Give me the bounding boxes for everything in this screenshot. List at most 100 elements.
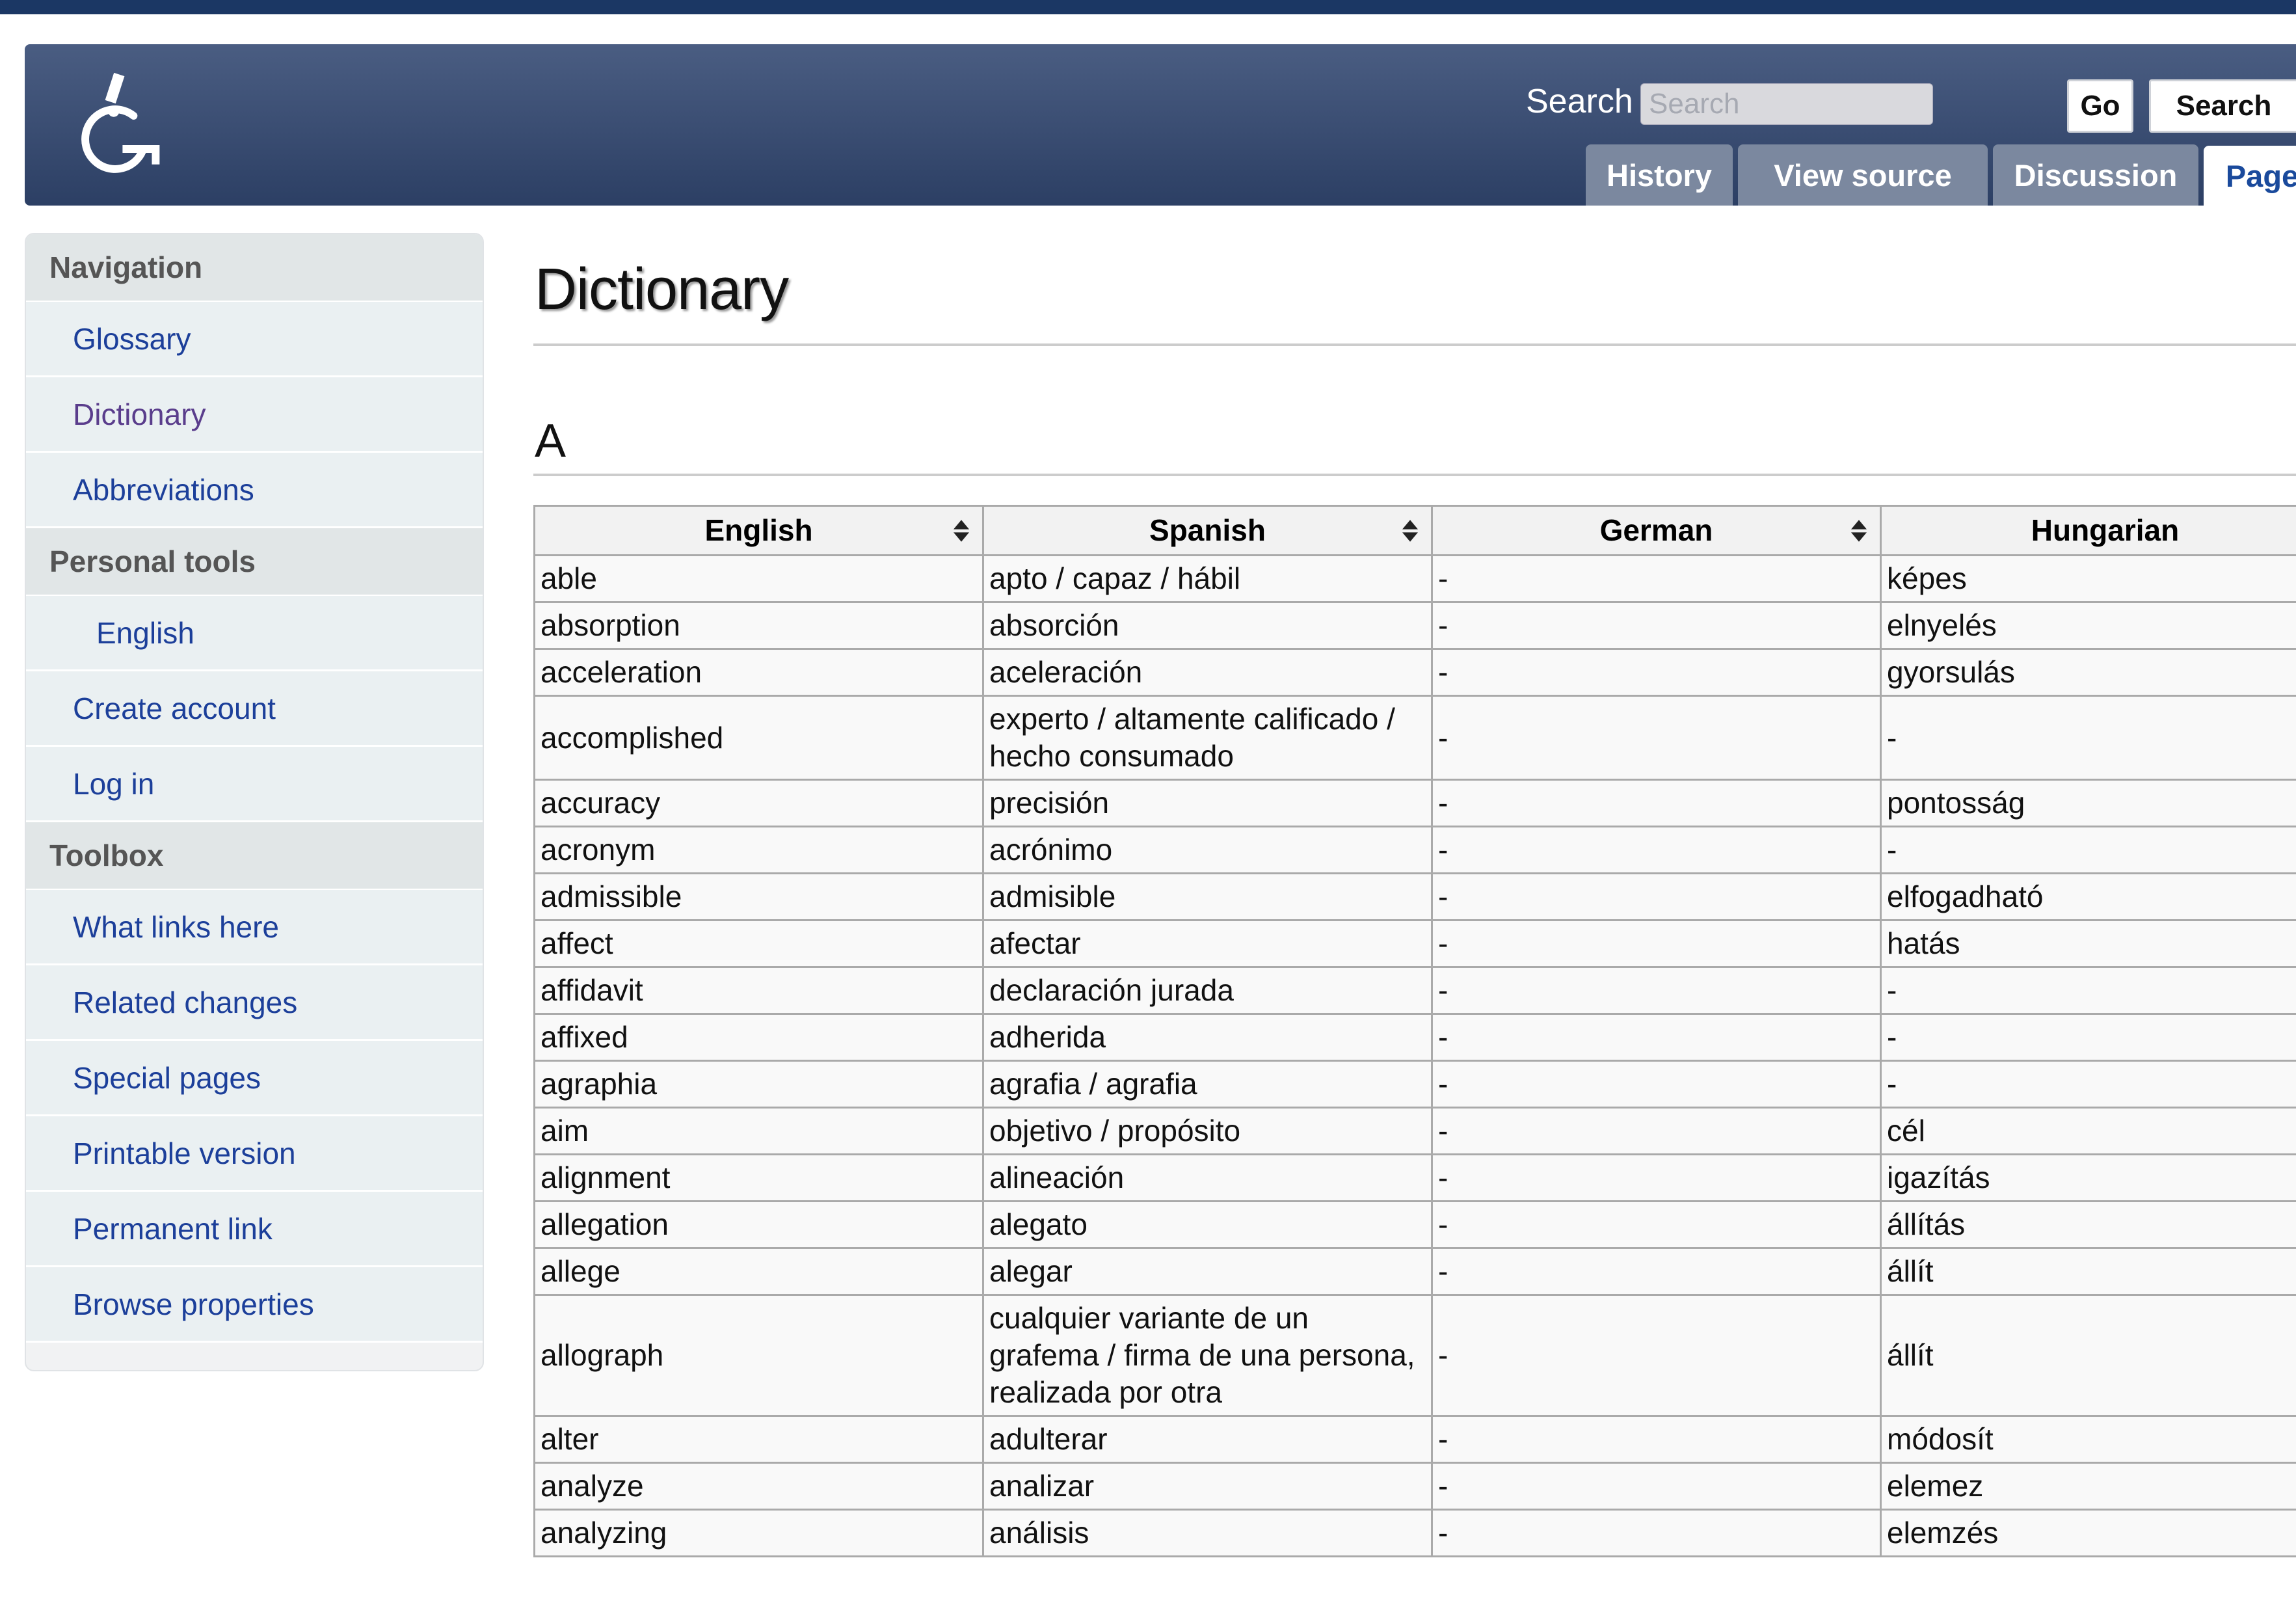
toolbox-heading: Toolbox xyxy=(26,822,483,890)
table-cell: elemzés xyxy=(1880,1509,2296,1557)
tab-discussion[interactable]: Discussion xyxy=(1993,144,2198,206)
table-cell: alegato xyxy=(982,1200,1433,1249)
section-heading: A xyxy=(535,415,567,467)
table-cell: afectar xyxy=(982,919,1433,968)
table-cell: apto / capaz / hábil xyxy=(982,554,1433,603)
table-cell: elemez xyxy=(1880,1462,2296,1511)
go-button[interactable]: Go xyxy=(2067,79,2133,133)
table-cell: - xyxy=(1431,1294,1882,1417)
table-cell: allegation xyxy=(533,1200,984,1249)
table-cell: absorption xyxy=(533,601,984,650)
dictionary-table-container: English Spanish German Hungarian able apt… xyxy=(533,505,2296,1599)
tab-view-source[interactable]: View source xyxy=(1738,144,1988,206)
table-cell: affixed xyxy=(533,1013,984,1062)
search-label: Search xyxy=(1526,83,1633,120)
sort-icon[interactable] xyxy=(954,519,969,542)
table-row: affidavit declaración jurada - - xyxy=(533,966,2296,1015)
sidebar-item-abbreviations[interactable]: Abbreviations xyxy=(26,453,483,528)
table-cell: allograph xyxy=(533,1294,984,1417)
table-cell: affidavit xyxy=(533,966,984,1015)
table-cell: - xyxy=(1431,872,1882,921)
sort-icon[interactable] xyxy=(1402,519,1418,542)
table-cell: analyzing xyxy=(533,1509,984,1557)
sidebar-item-special-pages[interactable]: Special pages xyxy=(26,1041,483,1116)
table-cell: állítás xyxy=(1880,1200,2296,1249)
table-cell: precisión xyxy=(982,779,1433,827)
sidebar-item-related-changes[interactable]: Related changes xyxy=(26,965,483,1041)
table-cell: - xyxy=(1431,554,1882,603)
table-cell: - xyxy=(1431,1415,1882,1464)
table-cell: hatás xyxy=(1880,919,2296,968)
column-header-english[interactable]: English xyxy=(533,505,984,556)
table-row: analyzing análisis - elemzés xyxy=(533,1509,2296,1557)
table-cell: affect xyxy=(533,919,984,968)
sidebar-item-create-account[interactable]: Create account xyxy=(26,671,483,747)
table-cell: - xyxy=(1431,1200,1882,1249)
table-cell: - xyxy=(1431,779,1882,827)
microscope-g-logo-icon[interactable] xyxy=(65,72,176,182)
table-cell: declaración jurada xyxy=(982,966,1433,1015)
sort-icon[interactable] xyxy=(1851,519,1867,542)
dictionary-table-body: able apto / capaz / hábil - képes absorption… xyxy=(533,554,2296,1557)
column-header-spanish[interactable]: Spanish xyxy=(982,505,1433,556)
table-cell: admissible xyxy=(533,872,984,921)
table-row: able apto / capaz / hábil - képes xyxy=(533,554,2296,603)
table-row: alignment alineación - igazítás xyxy=(533,1153,2296,1202)
table-cell: - xyxy=(1880,966,2296,1015)
table-cell: állít xyxy=(1880,1247,2296,1296)
sidebar-item-permanent-link[interactable]: Permanent link xyxy=(26,1192,483,1267)
table-cell: - xyxy=(1431,1013,1882,1062)
table-row: absorption absorción - elnyelés xyxy=(533,601,2296,650)
table-row: accuracy precisión - pontosság xyxy=(533,779,2296,827)
table-cell: accomplished xyxy=(533,695,984,781)
table-cell: cualquier variante de un grafema / firma… xyxy=(982,1294,1433,1417)
table-cell: - xyxy=(1431,919,1882,968)
table-cell: - xyxy=(1431,1247,1882,1296)
table-row: acceleration aceleración - gyorsulás xyxy=(533,648,2296,697)
table-cell: alter xyxy=(533,1415,984,1464)
table-row: allograph cualquier variante de un grafem… xyxy=(533,1294,2296,1417)
table-cell: analyze xyxy=(533,1462,984,1511)
table-cell: experto / altamente calificado / hecho c… xyxy=(982,695,1433,781)
table-cell: - xyxy=(1431,1107,1882,1155)
column-header-german[interactable]: German xyxy=(1431,505,1882,556)
tab-history[interactable]: History xyxy=(1586,144,1733,206)
search-input[interactable] xyxy=(1640,83,1933,125)
top-strip xyxy=(0,0,2296,14)
table-row: aim objetivo / propósito - cél xyxy=(533,1107,2296,1155)
table-row: allegation alegato - állítás xyxy=(533,1200,2296,1249)
tab-page[interactable]: Page xyxy=(2204,146,2296,206)
table-cell: gyorsulás xyxy=(1880,648,2296,697)
table-row: admissible admisible - elfogadható xyxy=(533,872,2296,921)
sidebar-item-printable-version[interactable]: Printable version xyxy=(26,1116,483,1192)
sidebar-item-dictionary[interactable]: Dictionary xyxy=(26,377,483,453)
table-cell: elnyelés xyxy=(1880,601,2296,650)
table-cell: aceleración xyxy=(982,648,1433,697)
table-cell: agraphia xyxy=(533,1060,984,1109)
table-cell: agrafia / agrafia xyxy=(982,1060,1433,1109)
table-cell: igazítás xyxy=(1880,1153,2296,1202)
sidebar: Navigation Glossary Dictionary Abbreviat… xyxy=(25,233,484,1371)
sidebar-item-browse-properties[interactable]: Browse properties xyxy=(26,1267,483,1343)
table-cell: - xyxy=(1431,1060,1882,1109)
search-button[interactable]: Search xyxy=(2149,79,2296,133)
site-header: Search Go Search History View source Dis… xyxy=(25,44,2296,206)
sidebar-item-english[interactable]: English xyxy=(26,596,483,671)
table-cell: absorción xyxy=(982,601,1433,650)
table-header-row: English Spanish German Hungarian xyxy=(533,505,2296,556)
column-header-label: Spanish xyxy=(1149,513,1266,547)
table-cell: acronym xyxy=(533,826,984,874)
table-cell: - xyxy=(1880,695,2296,781)
table-cell: acrónimo xyxy=(982,826,1433,874)
sidebar-item-what-links-here[interactable]: What links here xyxy=(26,890,483,965)
column-header-label: German xyxy=(1599,513,1713,547)
table-row: accomplished experto / altamente califica… xyxy=(533,695,2296,781)
sidebar-item-glossary[interactable]: Glossary xyxy=(26,302,483,377)
table-cell: accuracy xyxy=(533,779,984,827)
sidebar-item-log-in[interactable]: Log in xyxy=(26,747,483,822)
table-row: analyze analizar - elemez xyxy=(533,1462,2296,1511)
column-header-hungarian[interactable]: Hungarian xyxy=(1880,505,2296,556)
table-cell: objetivo / propósito xyxy=(982,1107,1433,1155)
column-header-label: Hungarian xyxy=(2031,513,2180,547)
table-row: acronym acrónimo - - xyxy=(533,826,2296,874)
